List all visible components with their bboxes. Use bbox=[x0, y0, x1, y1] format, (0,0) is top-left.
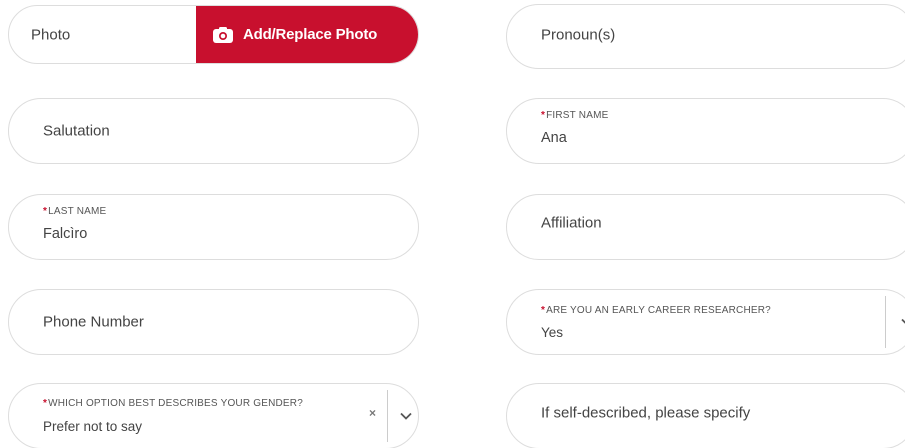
first-name-value: Ana bbox=[541, 130, 567, 146]
phone-number-placeholder: Phone Number bbox=[43, 313, 144, 331]
first-name-label: *FIRST NAME bbox=[541, 110, 609, 121]
add-replace-photo-button[interactable]: Add/Replace Photo bbox=[196, 6, 418, 63]
pronouns-input[interactable]: Pronoun(s) bbox=[506, 4, 905, 69]
phone-number-input[interactable]: Phone Number bbox=[8, 289, 419, 355]
required-asterisk: * bbox=[43, 206, 48, 217]
photo-label: Photo bbox=[31, 26, 71, 43]
last-name-field[interactable]: *LAST NAME Falcìro bbox=[8, 194, 419, 260]
chevron-down-icon[interactable] bbox=[400, 412, 412, 420]
select-divider bbox=[387, 390, 388, 442]
add-replace-photo-label: Add/Replace Photo bbox=[243, 26, 378, 43]
chevron-down-icon[interactable] bbox=[901, 318, 905, 326]
required-asterisk: * bbox=[541, 305, 546, 316]
select-divider bbox=[885, 296, 886, 348]
salutation-input[interactable]: Salutation bbox=[8, 98, 419, 164]
early-career-value: Yes bbox=[541, 325, 564, 340]
early-career-select[interactable]: *ARE YOU AN EARLY CAREER RESEARCHER? Yes bbox=[506, 289, 905, 355]
last-name-label: *LAST NAME bbox=[43, 206, 107, 217]
gender-label: *WHICH OPTION BEST DESCRIBES YOUR GENDER… bbox=[43, 398, 303, 409]
last-name-value: Falcìro bbox=[43, 226, 88, 242]
gender-select[interactable]: *WHICH OPTION BEST DESCRIBES YOUR GENDER… bbox=[8, 383, 419, 448]
profile-form: Photo Add/Replace Photo Pronoun(s) Salut… bbox=[0, 0, 905, 448]
photo-field: Photo Add/Replace Photo bbox=[8, 5, 419, 64]
early-career-label: *ARE YOU AN EARLY CAREER RESEARCHER? bbox=[541, 305, 771, 316]
self-described-input[interactable]: If self-described, please specify bbox=[506, 383, 905, 448]
required-asterisk: * bbox=[43, 398, 48, 409]
clear-selection-icon[interactable]: × bbox=[369, 406, 376, 420]
required-asterisk: * bbox=[541, 110, 546, 121]
camera-icon bbox=[213, 26, 233, 43]
gender-value: Prefer not to say bbox=[43, 419, 143, 434]
salutation-placeholder: Salutation bbox=[43, 122, 110, 140]
first-name-field[interactable]: *FIRST NAME Ana bbox=[506, 98, 905, 164]
affiliation-input[interactable]: Affiliation bbox=[506, 194, 905, 260]
self-described-placeholder: If self-described, please specify bbox=[541, 404, 751, 422]
affiliation-placeholder: Affiliation bbox=[541, 214, 602, 232]
pronouns-placeholder: Pronoun(s) bbox=[541, 26, 616, 44]
